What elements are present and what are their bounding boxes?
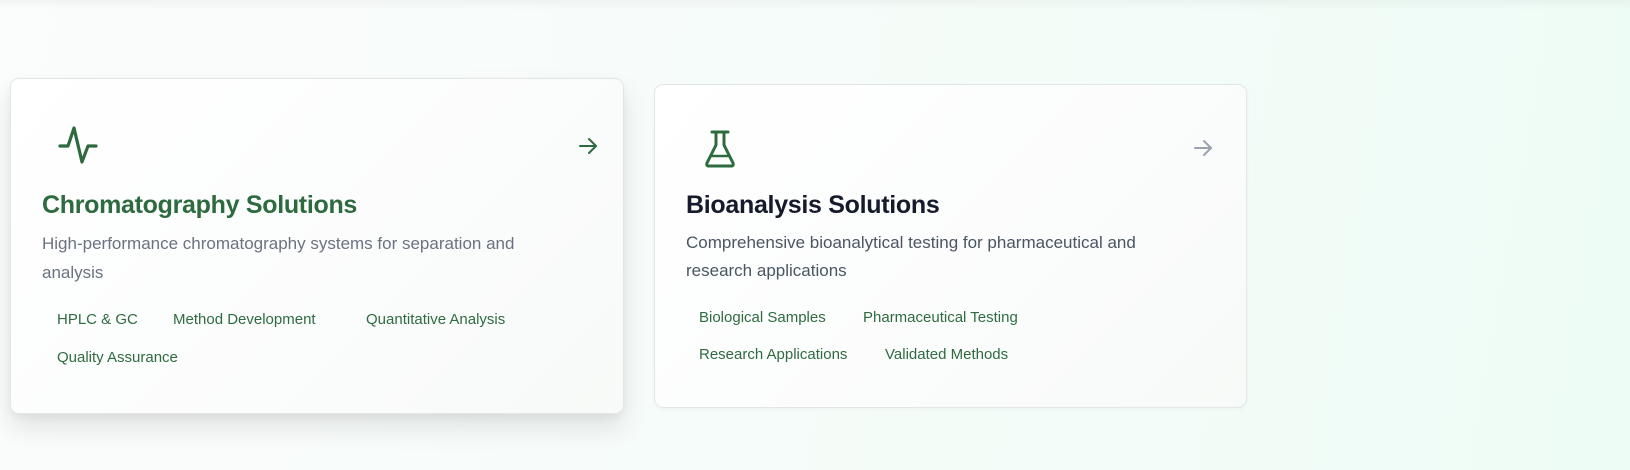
card-title: Bioanalysis Solutions — [686, 191, 940, 219]
activity-icon — [58, 126, 98, 164]
arrow-right-icon[interactable] — [577, 135, 599, 157]
tag-hplc-gc: HPLC & GC — [57, 311, 138, 328]
tag-research-applications: Research Applications — [699, 346, 848, 363]
tag-validated-methods: Validated Methods — [885, 346, 1009, 363]
chromatography-card[interactable]: Chromatography Solutions High-performanc… — [10, 78, 624, 414]
tag-quantitative-analysis: Quantitative Analysis — [366, 311, 506, 328]
flask-icon — [705, 130, 735, 168]
tag-method-development: Method Development — [173, 311, 316, 328]
card-description: High-performance chromatography systems … — [42, 234, 515, 282]
tag-quality-assurance: Quality Assurance — [57, 349, 178, 366]
bioanalysis-card[interactable]: Bioanalysis Solutions Comprehensive bioa… — [654, 84, 1247, 408]
tag-biological-samples: Biological Samples — [699, 309, 826, 326]
card-description: Comprehensive bioanalytical testing for … — [686, 233, 1136, 280]
card-title: Chromatography Solutions — [42, 191, 358, 219]
arrow-right-icon[interactable] — [1192, 137, 1214, 159]
tag-pharmaceutical-testing: Pharmaceutical Testing — [863, 309, 1018, 326]
top-edge-shadow — [0, 0, 1630, 10]
